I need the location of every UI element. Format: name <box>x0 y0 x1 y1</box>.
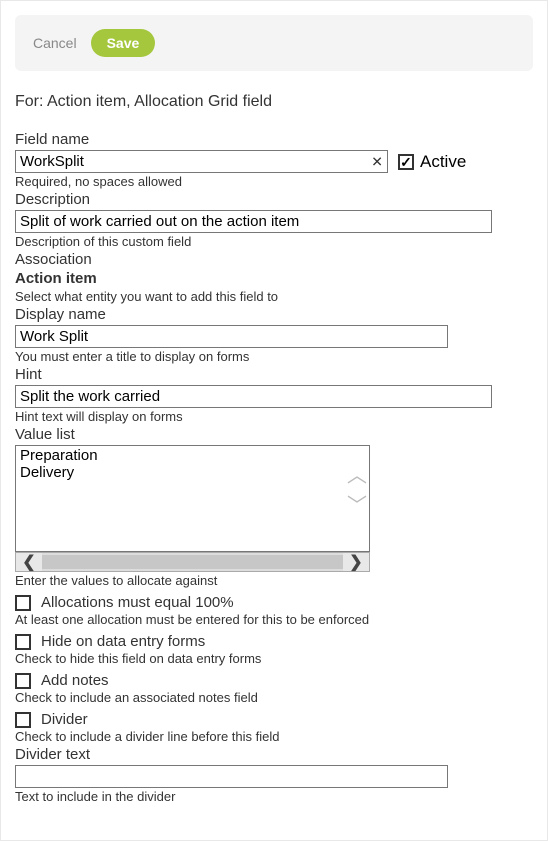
description-label: Description <box>15 191 533 208</box>
active-checkbox[interactable]: ✓ <box>398 154 414 170</box>
scroll-left-icon[interactable]: ❮ <box>16 553 42 571</box>
displayname-input[interactable] <box>15 325 448 348</box>
dividertext-input[interactable] <box>15 765 448 788</box>
scroll-track[interactable] <box>42 555 343 569</box>
divider-checkbox[interactable] <box>15 712 31 728</box>
hint-helper: Hint text will display on forms <box>15 409 533 424</box>
dividertext-helper: Text to include in the divider <box>15 789 533 804</box>
chevron-up-icon[interactable]: ︿ <box>347 466 367 486</box>
fieldname-input[interactable] <box>15 150 388 173</box>
valuelist-content[interactable]: Preparation Delivery <box>16 446 369 482</box>
association-label: Association <box>15 251 533 268</box>
v-scrollbar[interactable]: ︿ ﹀ <box>347 466 367 516</box>
valuelist-helper: Enter the values to allocate against <box>15 573 533 588</box>
fieldname-label: Field name <box>15 131 533 148</box>
notes-helper: Check to include an associated notes fie… <box>15 690 533 705</box>
header-bar: Cancel Save <box>15 15 533 71</box>
active-label: Active <box>420 152 466 172</box>
fieldname-helper: Required, no spaces allowed <box>15 174 533 189</box>
displayname-helper: You must enter a title to display on for… <box>15 349 533 364</box>
context-line: For: Action item, Allocation Grid field <box>15 93 533 111</box>
hide-helper: Check to hide this field on data entry f… <box>15 651 533 666</box>
cancel-button[interactable]: Cancel <box>33 35 77 51</box>
divider-helper: Check to include a divider line before t… <box>15 729 533 744</box>
scroll-right-icon[interactable]: ❯ <box>343 553 369 571</box>
association-helper: Select what entity you want to add this … <box>15 289 533 304</box>
dividertext-label: Divider text <box>15 746 533 763</box>
valuelist-label: Value list <box>15 426 533 443</box>
notes-checkbox[interactable] <box>15 673 31 689</box>
displayname-label: Display name <box>15 306 533 323</box>
h-scrollbar[interactable]: ❮ ❯ <box>15 552 370 572</box>
save-button[interactable]: Save <box>91 29 156 57</box>
clear-icon[interactable]: ✕ <box>371 153 383 170</box>
divider-label: Divider <box>41 711 88 728</box>
hide-label: Hide on data entry forms <box>41 633 205 650</box>
alloc100-helper: At least one allocation must be entered … <box>15 612 533 627</box>
valuelist-box[interactable]: Preparation Delivery ︿ ﹀ <box>15 445 370 552</box>
description-helper: Description of this custom field <box>15 234 533 249</box>
notes-label: Add notes <box>41 672 109 689</box>
chevron-down-icon[interactable]: ﹀ <box>347 496 367 516</box>
alloc100-label: Allocations must equal 100% <box>41 594 234 611</box>
hide-checkbox[interactable] <box>15 634 31 650</box>
association-value: Action item <box>15 270 533 287</box>
description-input[interactable] <box>15 210 492 233</box>
hint-input[interactable] <box>15 385 492 408</box>
hint-label: Hint <box>15 366 533 383</box>
alloc100-checkbox[interactable] <box>15 595 31 611</box>
